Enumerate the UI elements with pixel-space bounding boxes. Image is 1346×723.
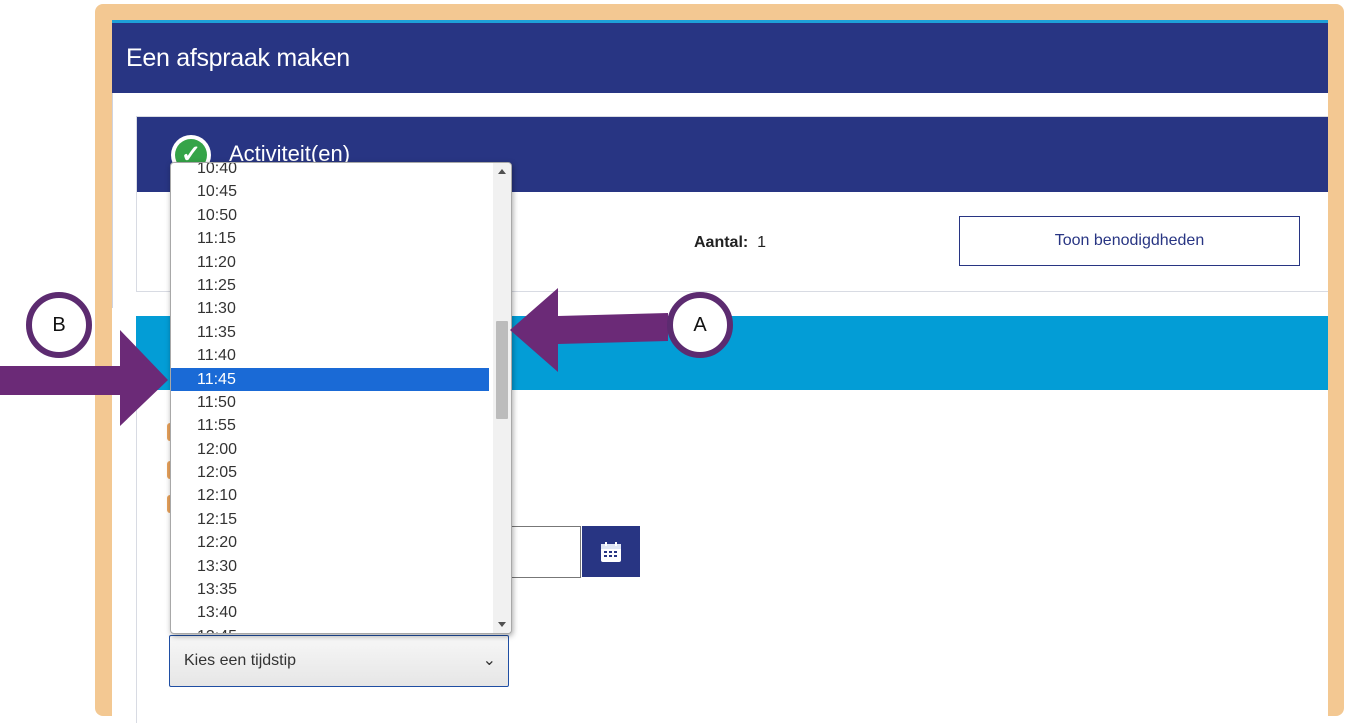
arrow-a [510, 288, 668, 372]
callout-b: B [26, 292, 92, 358]
annotation-arrows [0, 288, 668, 426]
callout-a: A [667, 292, 733, 358]
